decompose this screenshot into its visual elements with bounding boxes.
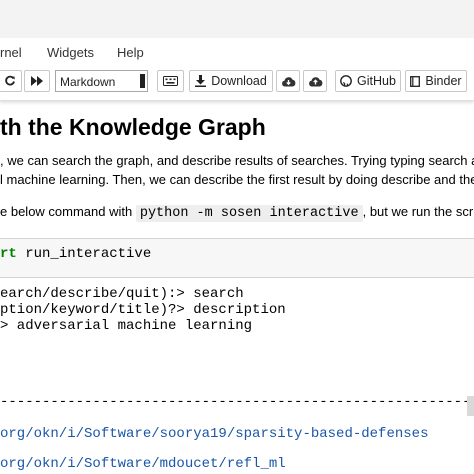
result-link-1[interactable]: org/okn/i/Software/soorya19/sparsity-bas… [0, 426, 428, 442]
notebook-content: th the Knowledge Graph , we can search t… [0, 100, 474, 474]
select-scrollbar [140, 74, 145, 88]
cloud-upload-button[interactable] [303, 70, 327, 92]
fast-forward-icon [30, 76, 43, 86]
binder-button[interactable]: Binder [405, 70, 467, 92]
cloud-download-icon [281, 76, 295, 86]
browser-top-strip [0, 0, 474, 38]
download-icon [195, 75, 207, 87]
output-line-2: ption/keyword/title)?> description [0, 302, 286, 318]
code-text: run_interactive [16, 246, 152, 262]
binder-label: Binder [425, 74, 462, 88]
download-label: Download [211, 74, 267, 88]
markdown-text-line-1: , we can search the graph, and describe … [0, 153, 474, 168]
menu-kernel[interactable]: rnel [0, 45, 22, 60]
notebook-toolbar: Markdown Download GitHub Binder [0, 66, 474, 101]
cloud-upload-icon [308, 76, 322, 86]
github-button[interactable]: GitHub [335, 70, 401, 92]
run-all-button[interactable] [24, 70, 50, 92]
cell-type-select[interactable]: Markdown [55, 70, 148, 92]
code-cell-input[interactable]: rt run_interactive [0, 238, 474, 278]
output-line-1: earch/describe/quit):> search [0, 286, 244, 302]
github-label: GitHub [357, 74, 396, 88]
instruction-text: e below command with [0, 204, 136, 219]
menu-widgets[interactable]: Widgets [47, 45, 94, 60]
notebook-window: rnel Widgets Help Markdown Download GitH… [0, 0, 474, 474]
code-keyword: rt [0, 246, 17, 262]
download-button[interactable]: Download [189, 70, 273, 92]
keyboard-icon [163, 76, 178, 86]
markdown-text-line-2: l machine learning. Then, we can describ… [0, 172, 474, 187]
github-icon [340, 75, 352, 87]
section-heading: th the Knowledge Graph [0, 114, 266, 140]
result-link-2[interactable]: org/okn/i/Software/mdoucet/refl_ml [0, 456, 286, 472]
output-divider: ----------------------------------------… [0, 394, 474, 410]
output-scrollbar[interactable] [467, 396, 474, 416]
instruction-text-tail: , but we run the script f [362, 204, 474, 219]
code-line: rt run_interactive [0, 246, 151, 262]
cell-type-value: Markdown [60, 75, 116, 89]
output-line-3: > adversarial machine learning [0, 318, 253, 334]
command-palette-button[interactable] [157, 70, 184, 92]
binder-icon [410, 75, 421, 87]
restart-button[interactable] [0, 70, 22, 92]
inline-command: python -m sosen interactive [135, 205, 363, 222]
restart-icon [5, 75, 15, 86]
menu-bar: rnel Widgets Help [0, 38, 474, 67]
markdown-text-line-3: e below command with python -m sosen int… [0, 204, 474, 222]
cloud-download-button[interactable] [276, 70, 300, 92]
menu-help[interactable]: Help [117, 45, 144, 60]
